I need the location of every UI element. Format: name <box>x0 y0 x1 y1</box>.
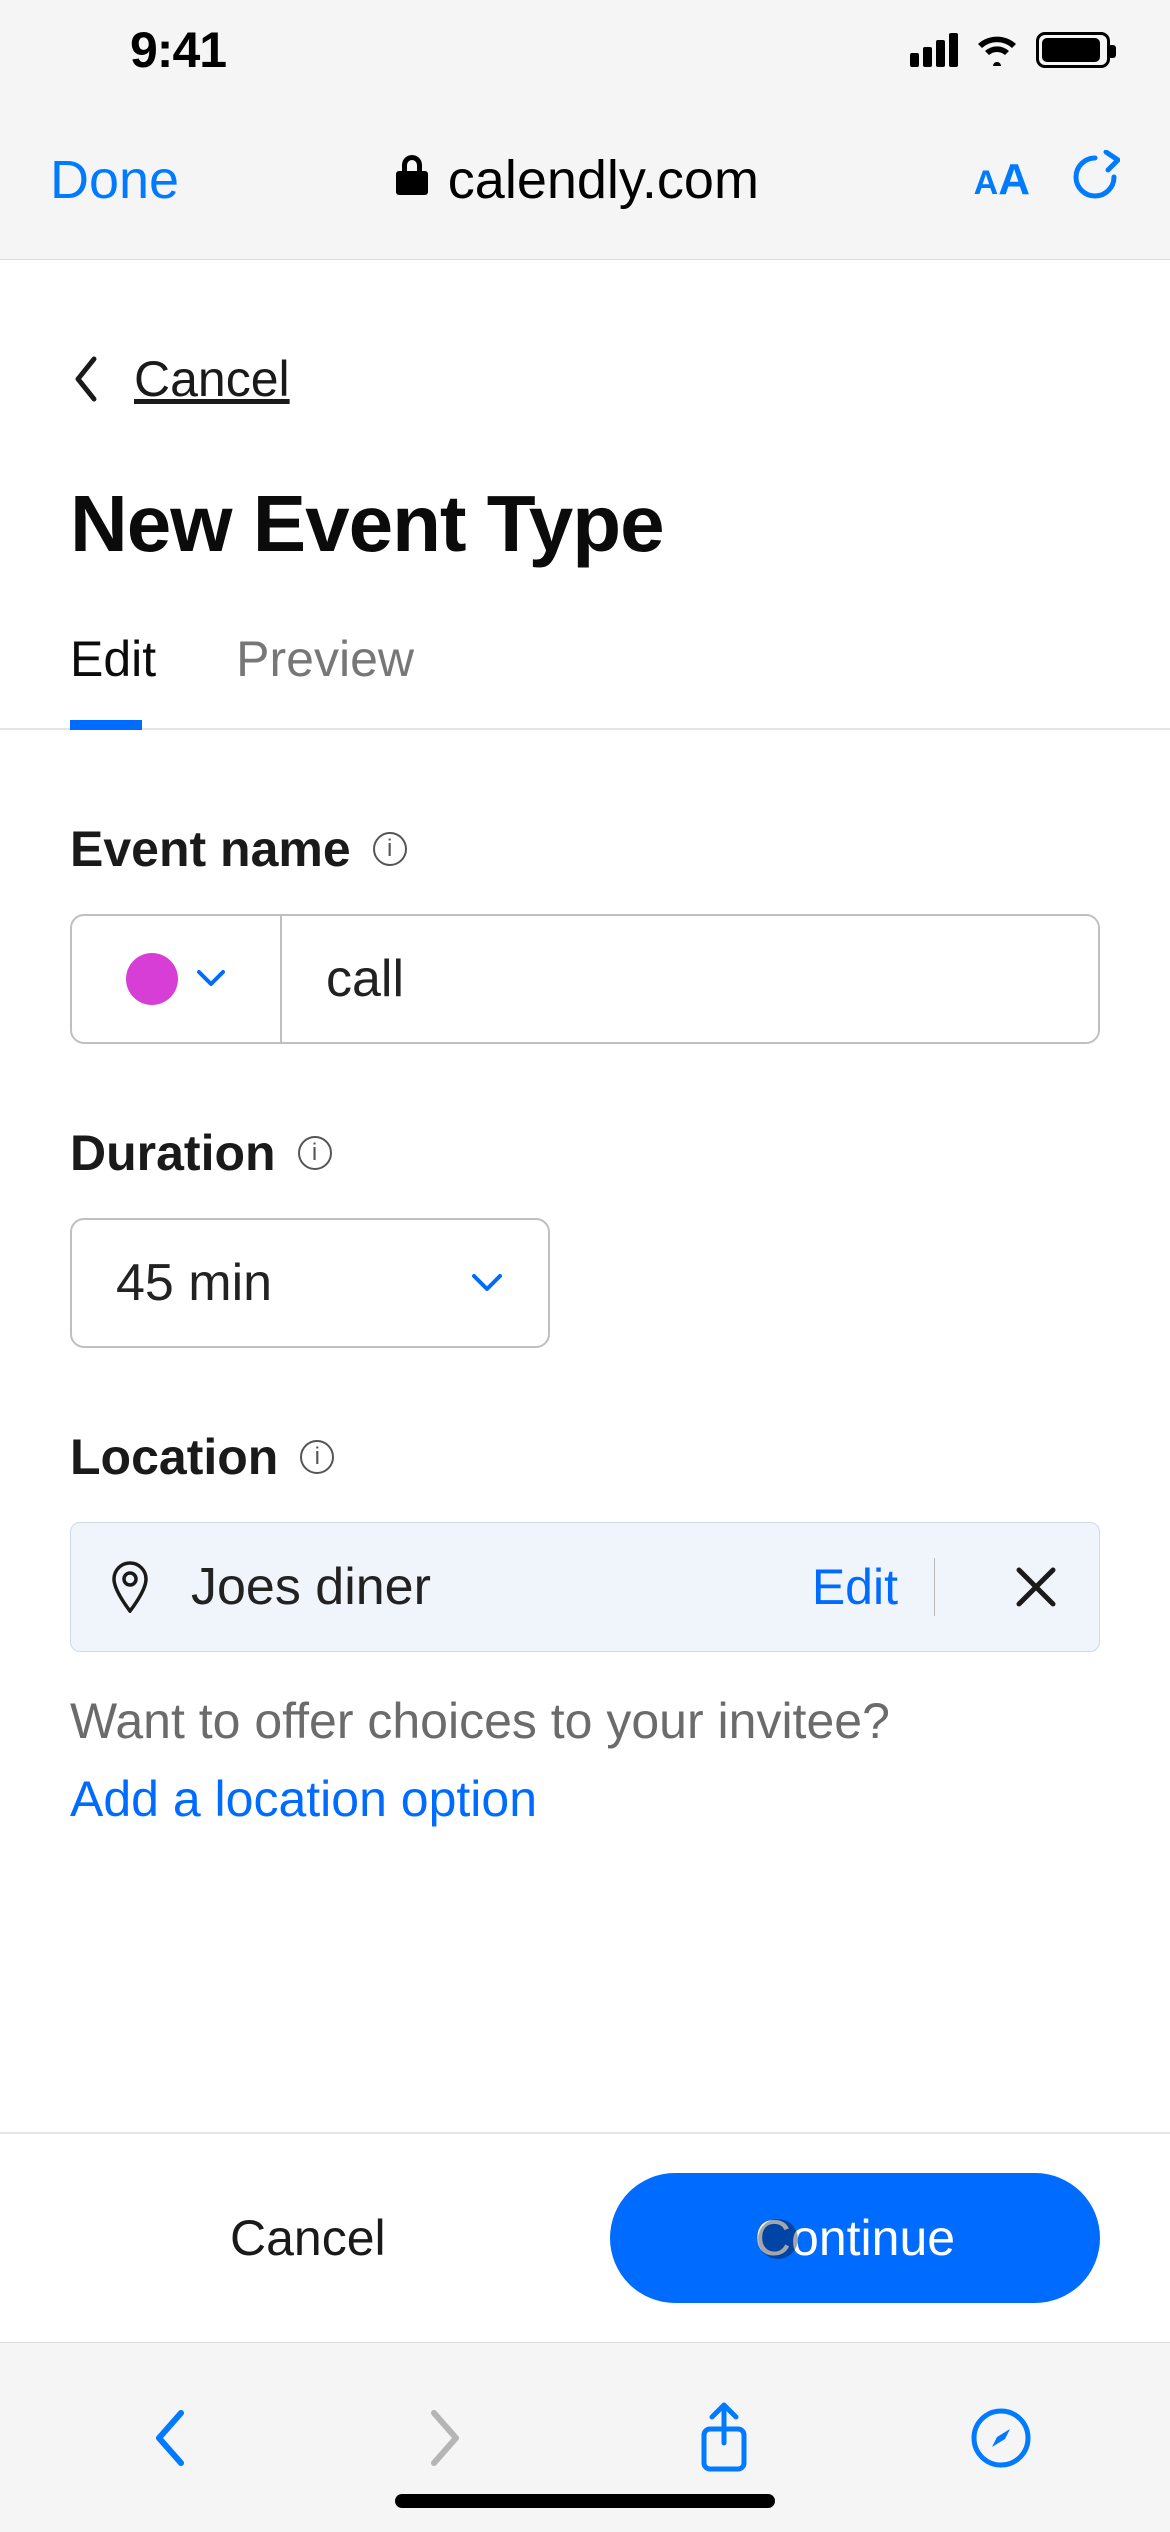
lock-icon <box>394 153 430 207</box>
status-time: 9:41 <box>130 21 226 79</box>
page-content: Cancel New Event Type Edit Preview Event… <box>0 260 1170 2342</box>
status-bar: 9:41 <box>0 0 1170 100</box>
location-value: Joes diner <box>191 1557 772 1617</box>
page-title: New Event Type <box>0 458 1170 630</box>
nav-forward-button <box>411 2403 481 2473</box>
touch-indicator-icon <box>758 2219 798 2259</box>
chevron-down-icon <box>196 969 226 989</box>
event-name-input[interactable] <box>282 916 1098 1042</box>
location-pin-icon <box>109 1561 151 1613</box>
location-hint: Want to offer choices to your invitee? <box>70 1692 1100 1750</box>
done-button[interactable]: Done <box>50 149 179 211</box>
text-size-button[interactable]: AA <box>974 155 1030 205</box>
cancel-button[interactable]: Cancel <box>230 2209 386 2267</box>
event-name-row <box>70 914 1100 1044</box>
wifi-icon <box>976 34 1018 66</box>
duration-label: Duration <box>70 1124 276 1182</box>
info-icon[interactable]: i <box>300 1440 334 1474</box>
duration-value: 45 min <box>116 1253 272 1313</box>
continue-button[interactable]: Continue <box>610 2173 1100 2303</box>
nav-back-button[interactable] <box>134 2403 204 2473</box>
battery-icon <box>1036 32 1110 68</box>
tab-edit[interactable]: Edit <box>70 630 156 728</box>
event-color-picker[interactable] <box>72 916 282 1042</box>
tabs: Edit Preview <box>0 630 1170 730</box>
footer-bar: Cancel Continue <box>0 2132 1170 2342</box>
location-card: Joes diner Edit <box>70 1522 1100 1652</box>
url-text: calendly.com <box>448 149 759 211</box>
tab-preview[interactable]: Preview <box>236 630 414 728</box>
info-icon[interactable]: i <box>373 832 407 866</box>
url-display[interactable]: calendly.com <box>179 149 974 211</box>
back-row: Cancel <box>0 260 1170 458</box>
add-location-link[interactable]: Add a location option <box>70 1770 1100 1828</box>
reload-button[interactable] <box>1070 150 1120 209</box>
form: Event name i Duration i 45 min <box>0 730 1170 1868</box>
close-icon[interactable] <box>1011 1562 1061 1612</box>
info-icon[interactable]: i <box>298 1136 332 1170</box>
color-dot-icon <box>126 953 178 1005</box>
cellular-signal-icon <box>910 33 958 67</box>
browser-bar: Done calendly.com AA <box>0 100 1170 260</box>
location-edit-button[interactable]: Edit <box>812 1558 935 1616</box>
compass-button[interactable] <box>966 2403 1036 2473</box>
location-label: Location <box>70 1428 278 1486</box>
share-button[interactable] <box>689 2403 759 2473</box>
chevron-down-icon <box>470 1272 504 1294</box>
cancel-link[interactable]: Cancel <box>134 350 290 408</box>
home-indicator <box>395 2494 775 2508</box>
event-name-label: Event name <box>70 820 351 878</box>
duration-select[interactable]: 45 min <box>70 1218 550 1348</box>
status-indicators <box>910 32 1110 68</box>
chevron-left-icon[interactable] <box>70 355 102 403</box>
